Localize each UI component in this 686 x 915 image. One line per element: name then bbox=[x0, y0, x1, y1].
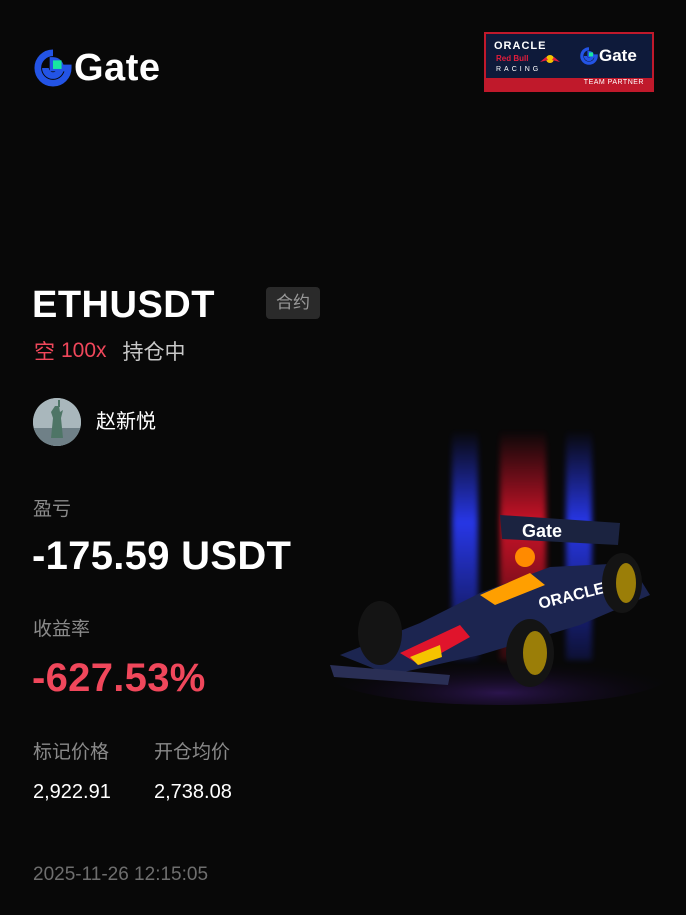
avatar bbox=[33, 398, 81, 446]
entry-price-value: 2,738.08 bbox=[154, 781, 232, 803]
partner-strip: TEAM PARTNER bbox=[486, 78, 652, 90]
f1-car-image: Gate ORACLE bbox=[330, 515, 670, 705]
leverage: 100x bbox=[61, 339, 107, 362]
timestamp: 2025-11-26 12:15:05 bbox=[33, 864, 209, 885]
team-partner-text: TEAM PARTNER bbox=[583, 79, 644, 86]
gate-logo: Gate bbox=[34, 46, 160, 90]
entry-price-label: 开仓均价 bbox=[154, 742, 231, 763]
svg-text:Gate: Gate bbox=[522, 521, 562, 541]
pnl-value: -175.59 USDT bbox=[32, 534, 292, 578]
partner-gate-text: Gate bbox=[599, 46, 637, 65]
mark-price-label: 标记价格 bbox=[33, 742, 110, 763]
roi-label: 收益率 bbox=[33, 619, 91, 640]
partner-gate-logo: Gate bbox=[580, 46, 637, 66]
oracle-text: ORACLE bbox=[494, 40, 547, 52]
racing-text: RACING bbox=[496, 66, 542, 73]
redbull-icon bbox=[540, 55, 560, 63]
username: 赵新悦 bbox=[96, 411, 156, 433]
pnl-label: 盈亏 bbox=[33, 499, 72, 520]
statue-of-liberty-icon bbox=[33, 398, 81, 446]
share-card: Gate ORACLE Red Bull RACING Gate TEAM PA… bbox=[0, 0, 686, 915]
position-status: 持仓中 bbox=[122, 341, 186, 364]
position-side-row: 空 100x 持仓中 bbox=[34, 336, 186, 366]
gate-logo-icon bbox=[34, 49, 72, 87]
gate-small-icon bbox=[580, 47, 598, 65]
trading-pair: ETHUSDT bbox=[32, 284, 215, 326]
team-partner-badge: ORACLE Red Bull RACING Gate TEAM PARTNER bbox=[484, 32, 654, 92]
redbull-text: Red Bull bbox=[496, 54, 529, 63]
position-side: 空 bbox=[34, 341, 55, 364]
roi-value: -627.53% bbox=[32, 656, 206, 700]
mark-price-value: 2,922.91 bbox=[33, 781, 111, 803]
logo-text: Gate bbox=[74, 47, 161, 89]
contract-type-tag: 合约 bbox=[266, 287, 320, 319]
